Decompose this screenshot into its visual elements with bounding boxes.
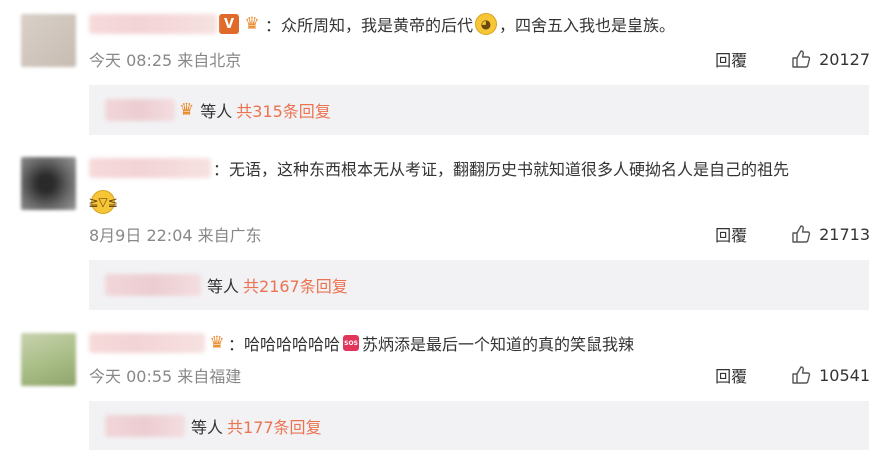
view-replies-link[interactable]: 共315条回复 [236,98,331,122]
sub-reply-bar[interactable]: 等人 共2167条回复 [89,260,869,310]
doge-emoji-icon: ◕ [475,13,498,35]
sub-reply-etc: 等人 [200,102,233,121]
comment-time: 8月9日 22:04 来自广东 [89,226,262,245]
comment-content: V ♛ ：众所周知，我是黄帝的后代 ◕ ，四舍五入我也是皇族。 [89,10,675,38]
avatar[interactable] [21,333,76,386]
laugh-cry-emoji-icon: ≧▽≦ [88,190,118,214]
like-button[interactable]: 10541 [791,365,870,385]
thumbs-up-icon [792,366,811,384]
like-count: 10541 [819,365,870,385]
crown-icon: ♛ [209,333,225,353]
sub-reply-etc: 等人 [207,277,240,296]
comment-time: 今天 00:55 来自福建 [89,367,242,386]
view-replies-link[interactable]: 共2167条回复 [243,273,348,297]
avatar[interactable] [21,157,76,210]
comment-content: ：无语，这种东西根本无从考证，翻翻历史书就知道很多人硬拗名人是自己的祖先 [89,154,789,182]
like-button[interactable]: 20127 [791,49,870,69]
reply-button[interactable]: 回覆 [715,222,747,246]
like-button[interactable]: 21713 [791,224,870,244]
comment-text: ：无语，这种东西根本无从考证，翻翻历史书就知道很多人硬拗名人是自己的祖先 [213,160,790,179]
like-count: 21713 [819,224,870,244]
comment-meta: 今天 00:55 来自福建 回覆 10541 [89,363,870,387]
avatar[interactable] [21,14,76,67]
like-count: 20127 [819,49,870,69]
comment-text: ：众所周知，我是黄帝的后代 [265,16,474,35]
comment-text-after: ，四舍五入我也是皇族。 [499,16,676,35]
view-replies-link[interactable]: 共177条回复 [227,414,322,438]
username[interactable] [89,14,217,34]
username[interactable] [89,158,211,178]
sub-reply-bar[interactable]: 等人 共177条回复 [89,401,869,450]
crown-icon: ♛ [179,100,195,120]
sub-reply-usernames[interactable] [105,415,185,437]
comment-time: 今天 08:25 来自北京 [89,51,242,70]
comment-content-continued: ≧▽≦ [88,187,118,217]
username[interactable] [89,333,205,353]
comment-meta: 8月9日 22:04 来自广东 回覆 21713 [89,222,870,246]
comment-text: ：哈哈哈哈哈哈 [228,335,341,354]
comment-meta: 今天 08:25 来自北京 回覆 20127 [89,47,870,71]
vip-badge-icon[interactable]: V [219,14,239,34]
reply-button[interactable]: 回覆 [715,47,747,71]
reply-button[interactable]: 回覆 [715,363,747,387]
comment-content: ♛ ：哈哈哈哈哈哈 SOS 苏炳添是最后一个知道的真的笑鼠我辣 [89,329,634,357]
comment-text-after: 苏炳添是最后一个知道的真的笑鼠我辣 [362,335,635,354]
sub-reply-usernames[interactable] [105,99,175,121]
sub-reply-bar[interactable]: ♛ 等人 共315条回复 [89,85,869,135]
thumbs-up-icon [792,225,811,243]
crown-icon: ♛ [244,14,260,34]
thumbs-up-icon [792,50,811,68]
sub-reply-usernames[interactable] [105,274,201,296]
sos-icon: SOS [343,335,360,351]
sub-reply-etc: 等人 [191,418,224,437]
